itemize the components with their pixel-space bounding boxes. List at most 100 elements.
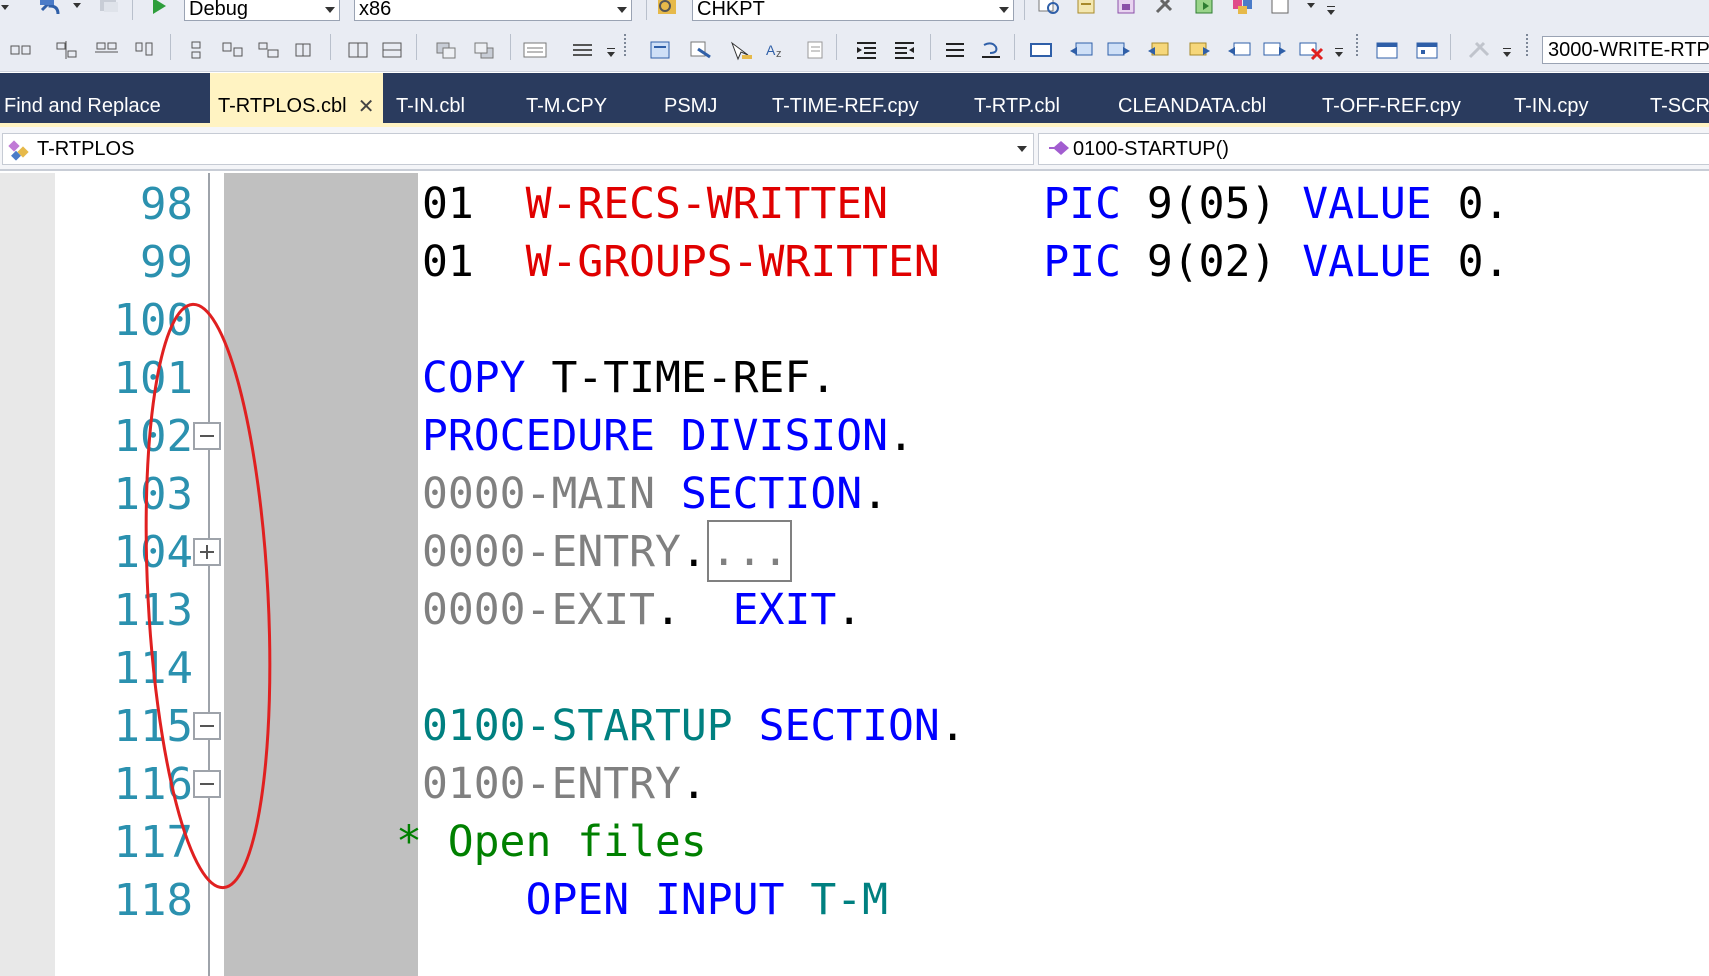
step-into-icon[interactable] (688, 38, 714, 62)
code-text[interactable]: * Open files (396, 811, 707, 874)
close-icon[interactable]: ✕ (358, 97, 375, 117)
collapsed-region[interactable]: ... (706, 520, 793, 582)
tab-label: T-RTP.cbl (974, 95, 1060, 117)
tab-t-m-cpy[interactable]: T-M.CPY (526, 73, 607, 123)
next-bookmark-in-document-icon[interactable] (1262, 38, 1288, 62)
make-same-size-icon[interactable] (256, 38, 282, 62)
previous-bookmark-in-document-icon[interactable] (1226, 38, 1252, 62)
previous-bookmark-icon[interactable] (1068, 38, 1094, 62)
keyword: PIC (1043, 179, 1122, 229)
next-bookmark-in-folder-icon[interactable] (1186, 38, 1212, 62)
tab-t-off-ref-cpy[interactable]: T-OFF-REF.cpy (1322, 73, 1461, 123)
tools-icon[interactable] (1152, 0, 1178, 18)
section-name: 0100-STARTUP (422, 701, 733, 751)
tab-t-time-ref-cpy[interactable]: T-TIME-REF.cpy (772, 73, 919, 123)
align-centers-icon[interactable] (54, 38, 80, 62)
clear-bookmarks-icon[interactable] (1298, 38, 1324, 62)
align-tops-icon[interactable] (132, 38, 158, 62)
expand-icon[interactable] (193, 538, 221, 566)
schedule-icon[interactable] (1414, 38, 1440, 62)
object-browser-icon[interactable] (1114, 0, 1140, 18)
tab-order-icon[interactable] (522, 38, 548, 62)
dropdown-arrow-icon[interactable] (0, 0, 18, 20)
tab-find-and-replace[interactable]: Find and Replace (4, 73, 161, 123)
members-combo[interactable]: 0100-STARTUP() (1038, 133, 1709, 165)
comment: Open files (447, 817, 707, 867)
step-over-icon[interactable] (728, 38, 754, 62)
tab-label: T-IN.cbl (396, 95, 465, 117)
procedure-combo[interactable]: 3000-WRITE-RTP- (1542, 36, 1709, 64)
tab-t-rtp-cbl[interactable]: T-RTP.cbl (974, 73, 1060, 123)
platform-combo[interactable]: x86 (354, 0, 632, 21)
previous-bookmark-in-folder-icon[interactable] (1146, 38, 1172, 62)
code-text[interactable]: COPY T-TIME-REF. (422, 347, 836, 410)
code-text[interactable]: 0000-EXIT. EXIT. (422, 579, 862, 642)
team-explorer-icon[interactable] (1230, 0, 1256, 18)
line-number: 114 (113, 643, 193, 694)
next-bookmark-icon[interactable] (1106, 38, 1132, 62)
breakpoints-icon[interactable] (648, 38, 674, 62)
toolbar-overflow-icon[interactable] (1326, 6, 1336, 16)
solution-explorer-icon[interactable] (1036, 0, 1062, 18)
properties-icon[interactable] (1074, 0, 1100, 18)
code-text[interactable]: 0000-ENTRY.... (422, 520, 793, 584)
bookmark-icon[interactable] (1028, 38, 1054, 62)
comment-lines-icon[interactable] (942, 38, 968, 62)
export-icon[interactable] (1192, 0, 1218, 18)
code-text[interactable]: 0100-STARTUP SECTION. (422, 695, 966, 758)
align-rights-icon[interactable] (94, 38, 120, 62)
find-in-files-icon[interactable] (654, 0, 680, 18)
code-text[interactable]: 0000-MAIN SECTION. (422, 463, 888, 526)
calendar-icon[interactable] (1374, 38, 1400, 62)
decrease-indent-icon[interactable] (854, 38, 880, 62)
bring-to-front-icon[interactable] (434, 38, 460, 62)
tab-t-in-cpy[interactable]: T-IN.cpy (1514, 73, 1588, 123)
text-format-icon[interactable]: Az (764, 38, 790, 62)
code-text[interactable]: 01 W-GROUPS-WRITTEN PIC 9(02) VALUE 0. (422, 231, 1509, 294)
disabled-tool-icon[interactable] (1466, 38, 1492, 62)
tab-psmj[interactable]: PSMJ (664, 73, 717, 123)
size-to-grid-icon[interactable] (292, 38, 318, 62)
undo-dropdown-icon[interactable] (64, 0, 90, 18)
center-vertically-icon[interactable] (380, 38, 406, 62)
code-text[interactable]: OPEN INPUT T-M (422, 869, 888, 932)
tab-t-rtplos-cbl[interactable]: T-RTPLOS.cbl ✕ (210, 73, 383, 123)
code-text[interactable]: 0100-ENTRY. (422, 753, 707, 816)
increase-indent-icon[interactable] (892, 38, 918, 62)
align-bottoms-icon[interactable] (220, 38, 246, 62)
toolbar-overflow-icon[interactable] (1502, 48, 1512, 58)
toolbar-overflow-icon[interactable] (606, 48, 616, 58)
toolbar-grip[interactable] (1356, 34, 1359, 58)
send-to-back-icon[interactable] (472, 38, 498, 62)
align-lefts-icon[interactable] (8, 38, 34, 62)
start-debugging-icon[interactable] (146, 0, 172, 18)
code-text[interactable]: PROCEDURE DIVISION. (422, 405, 914, 468)
tab-t-in-cbl[interactable]: T-IN.cbl (396, 73, 465, 123)
uncomment-lines-icon[interactable] (978, 38, 1004, 62)
redo-icon[interactable] (96, 0, 122, 18)
toolbar-grip[interactable] (1526, 34, 1529, 58)
center-horizontally-icon[interactable] (346, 38, 372, 62)
tab-label: CLEANDATA.cbl (1118, 95, 1267, 117)
collapse-icon[interactable] (193, 770, 221, 798)
undo-icon[interactable] (36, 0, 62, 18)
code-line: 103 0000-MAIN SECTION. (0, 463, 1709, 526)
tab-label: T-OFF-REF.cpy (1322, 95, 1461, 117)
tab-cleandata-cbl[interactable]: CLEANDATA.cbl (1118, 73, 1266, 123)
window-icon[interactable] (1268, 0, 1294, 18)
code-editor[interactable]: 98 01 W-RECS-WRITTEN PIC 9(05) VALUE 0. … (0, 173, 1709, 976)
types-combo[interactable]: T-RTPLOS (2, 133, 1034, 165)
lock-controls-icon[interactable] (570, 38, 596, 62)
toolbar-overflow-icon[interactable] (1334, 48, 1344, 58)
configuration-combo[interactable]: Debug (184, 0, 340, 21)
align-middles-icon[interactable] (184, 38, 210, 62)
tab-t-scri[interactable]: T-SCRI (1650, 73, 1709, 123)
toolbar-grip[interactable] (624, 34, 627, 58)
comment-block-icon[interactable] (800, 38, 826, 62)
code-text[interactable]: 01 W-RECS-WRITTEN PIC 9(05) VALUE 0. (422, 173, 1509, 236)
find-combo[interactable]: CHKPT (692, 0, 1014, 21)
collapse-icon[interactable] (193, 712, 221, 740)
collapse-icon[interactable] (193, 422, 221, 450)
line-number: 103 (113, 469, 193, 520)
window-dropdown-icon[interactable] (1298, 0, 1324, 18)
